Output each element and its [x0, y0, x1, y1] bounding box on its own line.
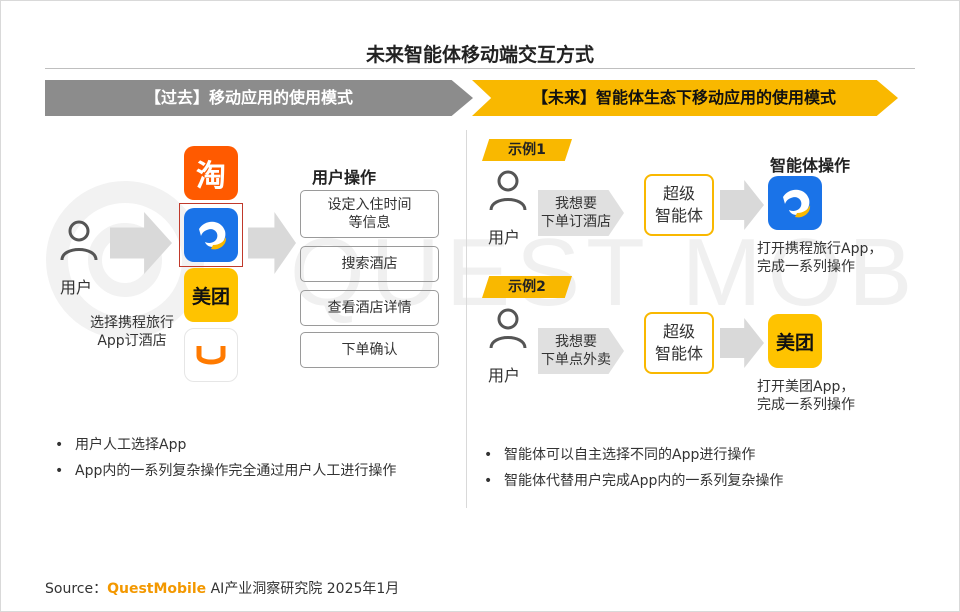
example-2-agent-line1: 超级 [662, 322, 695, 341]
example-1-tag: 示例1 [482, 139, 572, 161]
meituan-app-icon: 美团 [768, 314, 822, 368]
didi-app-icon [184, 328, 238, 382]
past-caption-line2: App订酒店 [97, 333, 167, 349]
op-step-1-line1: 设定入住时间 [327, 197, 412, 213]
past-banner-label: 【过去】移动应用的使用模式 [144, 88, 353, 107]
example-2-result-line2: 完成一系列操作 [757, 397, 855, 413]
example-1-super-agent: 超级 智能体 [644, 174, 714, 236]
past-banner: 【过去】移动应用的使用模式 [45, 80, 473, 116]
example-2-result-line1: 打开美团App， [757, 379, 855, 395]
agent-ops-heading: 智能体操作 [770, 156, 851, 175]
example-1-agent-line1: 超级 [662, 184, 695, 203]
future-banner: 【未来】智能体生态下移动应用的使用模式 [472, 80, 898, 116]
future-banner-label: 【未来】智能体生态下移动应用的使用模式 [531, 88, 836, 107]
ops-heading: 用户操作 [312, 168, 377, 187]
meituan-app-icon: 美团 [184, 268, 238, 322]
dolphin-icon [199, 221, 227, 250]
op-step-3-label: 查看酒店详情 [327, 300, 412, 316]
source-line: Source：QuestMobile AI产业洞察研究院 2025年1月 [45, 578, 399, 598]
past-bullet-1: 用户人工选择App [45, 436, 445, 454]
past-caption-line1: 选择携程旅行 [90, 315, 174, 331]
future-bullet-2: 智能体代替用户完成App内的一系列复杂操作 [474, 472, 904, 490]
example-2-request-line2: 下单点外卖 [541, 352, 611, 368]
past-bullet-2: App内的一系列复杂操作完全通过用户人工进行操作 [45, 462, 445, 480]
op-step-4-label: 下单确认 [341, 342, 398, 358]
ctrip-app-icon [184, 208, 238, 262]
op-step-2: 搜索酒店 [300, 246, 439, 282]
example-2-user-label: 用户 [488, 366, 521, 385]
op-step-3: 查看酒店详情 [300, 290, 439, 326]
ctrip-app-icon [768, 176, 822, 230]
example-1-tag-label: 示例1 [508, 142, 546, 158]
example-1-request: 我想要 下单订酒店 [538, 190, 624, 236]
dolphin-icon [783, 189, 811, 218]
didi-logo-icon [196, 346, 226, 365]
future-bullet-list: 智能体可以自主选择不同的App进行操作 智能体代替用户完成App内的一系列复杂操… [474, 446, 904, 498]
page-title: 未来智能体移动端交互方式 [365, 44, 594, 66]
taobao-app-icon: 淘 [184, 146, 238, 200]
example-2-request-line1: 我想要 [555, 334, 597, 350]
source-brand: QuestMobile [107, 581, 207, 597]
meituan-glyph: 美团 [775, 331, 814, 354]
user-icon [57, 218, 101, 262]
op-step-2-label: 搜索酒店 [341, 256, 398, 272]
source-prefix: Source： [45, 581, 108, 597]
example-2-tag: 示例2 [482, 276, 572, 298]
example-2-agent-line2: 智能体 [654, 344, 703, 363]
example-2-request: 我想要 下单点外卖 [538, 328, 624, 374]
example-1-result-line1: 打开携程旅行App， [757, 241, 883, 257]
op-step-1-line2: 等信息 [348, 215, 391, 231]
example-1-request-line1: 我想要 [555, 196, 597, 212]
taobao-glyph: 淘 [196, 159, 226, 194]
op-step-1: 设定入住时间 等信息 [300, 190, 439, 238]
user-icon [486, 306, 530, 350]
past-user-label: 用户 [60, 278, 93, 297]
example-1-agent-line2: 智能体 [654, 206, 703, 225]
example-2-tag-label: 示例2 [508, 279, 546, 295]
user-icon [486, 168, 530, 212]
past-caption: 选择携程旅行 App订酒店 [80, 314, 184, 350]
example-2-super-agent: 超级 智能体 [644, 312, 714, 374]
title-underline [45, 68, 915, 69]
past-bullet-list: 用户人工选择App App内的一系列复杂操作完全通过用户人工进行操作 [45, 436, 445, 488]
example-1-request-line2: 下单订酒店 [541, 214, 611, 230]
example-1-result: 打开携程旅行App， 完成一系列操作 [757, 240, 882, 276]
source-suffix: AI产业洞察研究院 2025年1月 [206, 581, 400, 597]
section-divider [466, 130, 467, 508]
example-1-user-label: 用户 [488, 228, 521, 247]
example-2-result: 打开美团App， 完成一系列操作 [757, 378, 855, 414]
future-bullet-1: 智能体可以自主选择不同的App进行操作 [474, 446, 904, 464]
example-1-result-line2: 完成一系列操作 [757, 259, 855, 275]
meituan-glyph: 美团 [191, 285, 230, 308]
op-step-4: 下单确认 [300, 332, 439, 368]
